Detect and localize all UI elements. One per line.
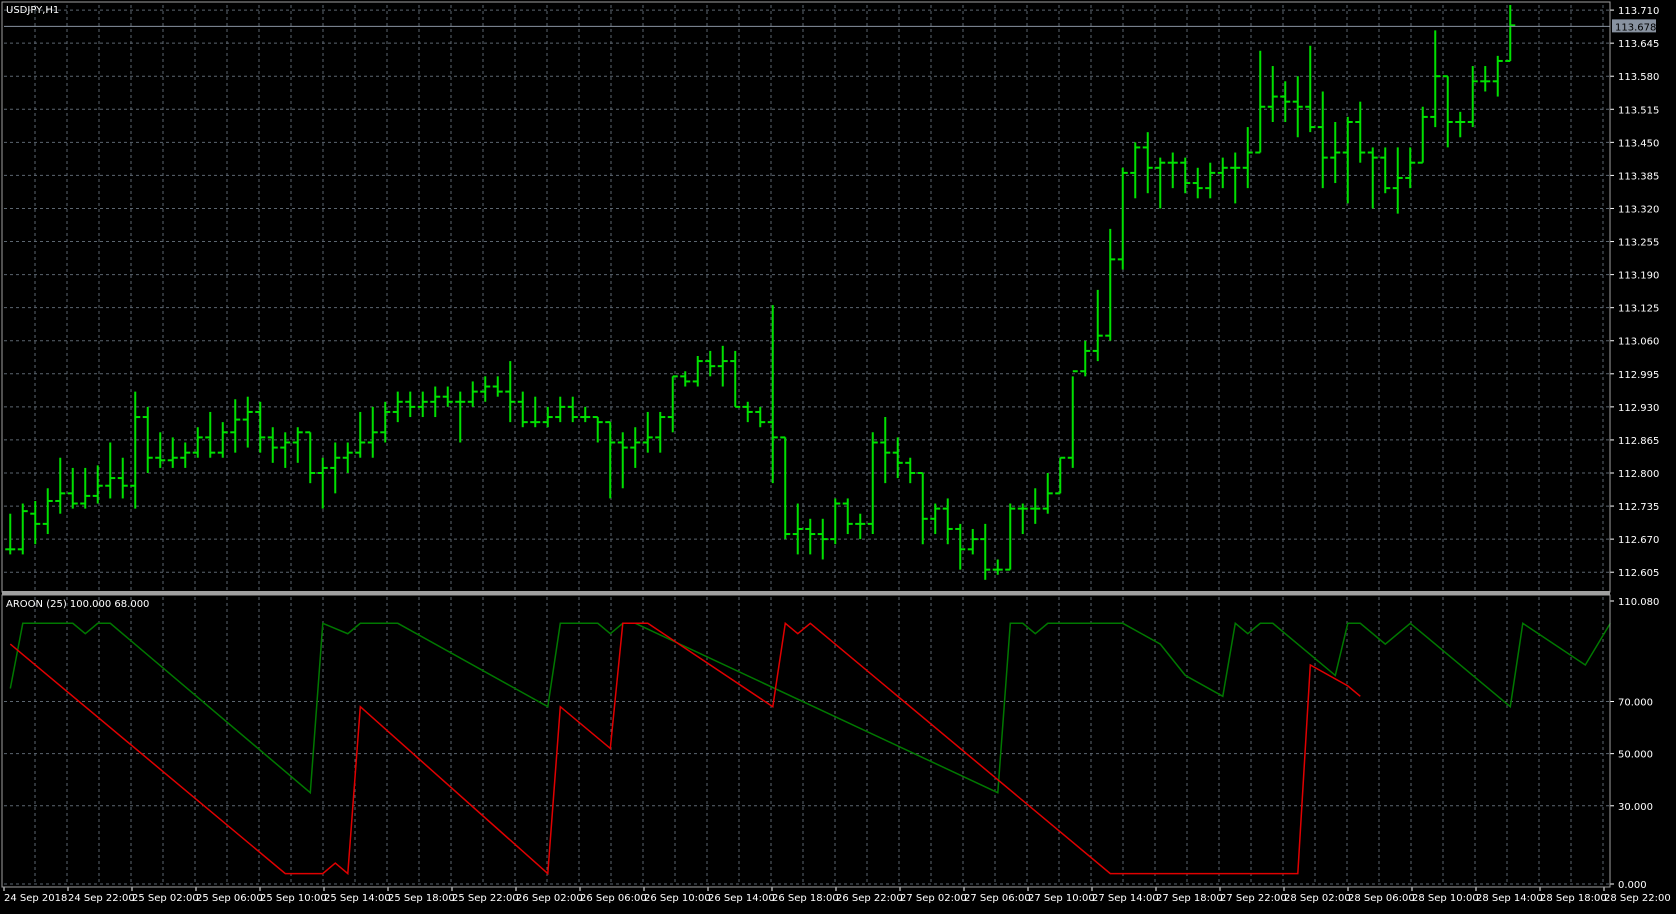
- indicator-axis-label: 0.000: [1618, 880, 1647, 891]
- price-axis-label: 113.255: [1618, 238, 1659, 249]
- symbol-label: USDJPY,H1: [6, 5, 59, 16]
- price-axis-label: 112.605: [1618, 568, 1659, 579]
- time-axis-label: 25 Sep 10:00: [260, 893, 327, 904]
- time-axis-label: 26 Sep 14:00: [708, 893, 775, 904]
- time-axis-label: 25 Sep 22:00: [452, 893, 519, 904]
- time-axis-label: 27 Sep 18:00: [1156, 893, 1223, 904]
- time-axis-label: 26 Sep 18:00: [772, 893, 839, 904]
- time-axis-label: 28 Sep 22:00: [1604, 893, 1671, 904]
- chart-background: [0, 0, 1676, 910]
- price-axis-label: 112.735: [1618, 502, 1659, 513]
- price-axis-label: 113.125: [1618, 304, 1659, 315]
- time-axis-label: 26 Sep 22:00: [836, 893, 903, 904]
- indicator-axis-label: 30.000: [1618, 802, 1653, 813]
- time-axis-label: 28 Sep 18:00: [1540, 893, 1607, 904]
- indicator-label: AROON (25) 100.000 68.000: [6, 599, 149, 610]
- time-axis-label: 26 Sep 10:00: [644, 893, 711, 904]
- price-axis-label: 112.670: [1618, 535, 1659, 546]
- time-axis-label: 25 Sep 18:00: [388, 893, 455, 904]
- price-axis-label: 113.515: [1618, 105, 1659, 116]
- time-axis-label: 28 Sep 14:00: [1476, 893, 1543, 904]
- time-axis-label: 24 Sep 22:00: [68, 893, 135, 904]
- time-axis-label: 27 Sep 10:00: [1028, 893, 1095, 904]
- indicator-axis-label: 70.000: [1618, 697, 1653, 708]
- price-axis-label: 113.320: [1618, 204, 1659, 215]
- price-axis-label: 112.800: [1618, 469, 1659, 480]
- price-axis-label: 113.580: [1618, 72, 1659, 83]
- time-axis-label: 24 Sep 2018: [4, 893, 67, 904]
- indicator-axis-label: 110.080: [1618, 597, 1659, 608]
- pane-separator[interactable]: [2, 591, 1610, 595]
- price-axis-label: 113.450: [1618, 138, 1659, 149]
- time-axis-label: 25 Sep 14:00: [324, 893, 391, 904]
- price-axis-label: 113.710: [1618, 6, 1659, 17]
- chart-window: 113.710 113.645 113.580 113.515 113.450 113.3…: [0, 0, 1676, 910]
- time-axis-label: 28 Sep 06:00: [1348, 893, 1415, 904]
- time-axis-label: 28 Sep 10:00: [1412, 893, 1479, 904]
- time-axis-label: 26 Sep 06:00: [580, 893, 647, 904]
- price-axis-label: 113.385: [1618, 171, 1659, 182]
- price-axis-label: 112.995: [1618, 370, 1659, 381]
- time-axis-label: 27 Sep 14:00: [1092, 893, 1159, 904]
- time-axis-label: 27 Sep 06:00: [964, 893, 1031, 904]
- indicator-axis-label: 50.000: [1618, 750, 1653, 761]
- time-axis-label: 28 Sep 02:00: [1284, 893, 1351, 904]
- current-price-label: 113.678: [1615, 22, 1656, 33]
- price-axis-label: 113.645: [1618, 39, 1659, 50]
- price-axis-label: 112.865: [1618, 436, 1659, 447]
- time-axis-label: 26 Sep 02:00: [516, 893, 583, 904]
- time-axis-label: 25 Sep 02:00: [132, 893, 199, 904]
- time-axis-label: 27 Sep 22:00: [1220, 893, 1287, 904]
- price-axis-label: 113.060: [1618, 337, 1659, 348]
- price-axis-label: 113.190: [1618, 271, 1659, 282]
- price-chart-svg: 113.710 113.645 113.580 113.515 113.450 113.3…: [0, 0, 1676, 910]
- price-axis-label: 112.930: [1618, 403, 1659, 414]
- time-axis-label: 25 Sep 06:00: [196, 893, 263, 904]
- time-axis-label: 27 Sep 02:00: [900, 893, 967, 904]
